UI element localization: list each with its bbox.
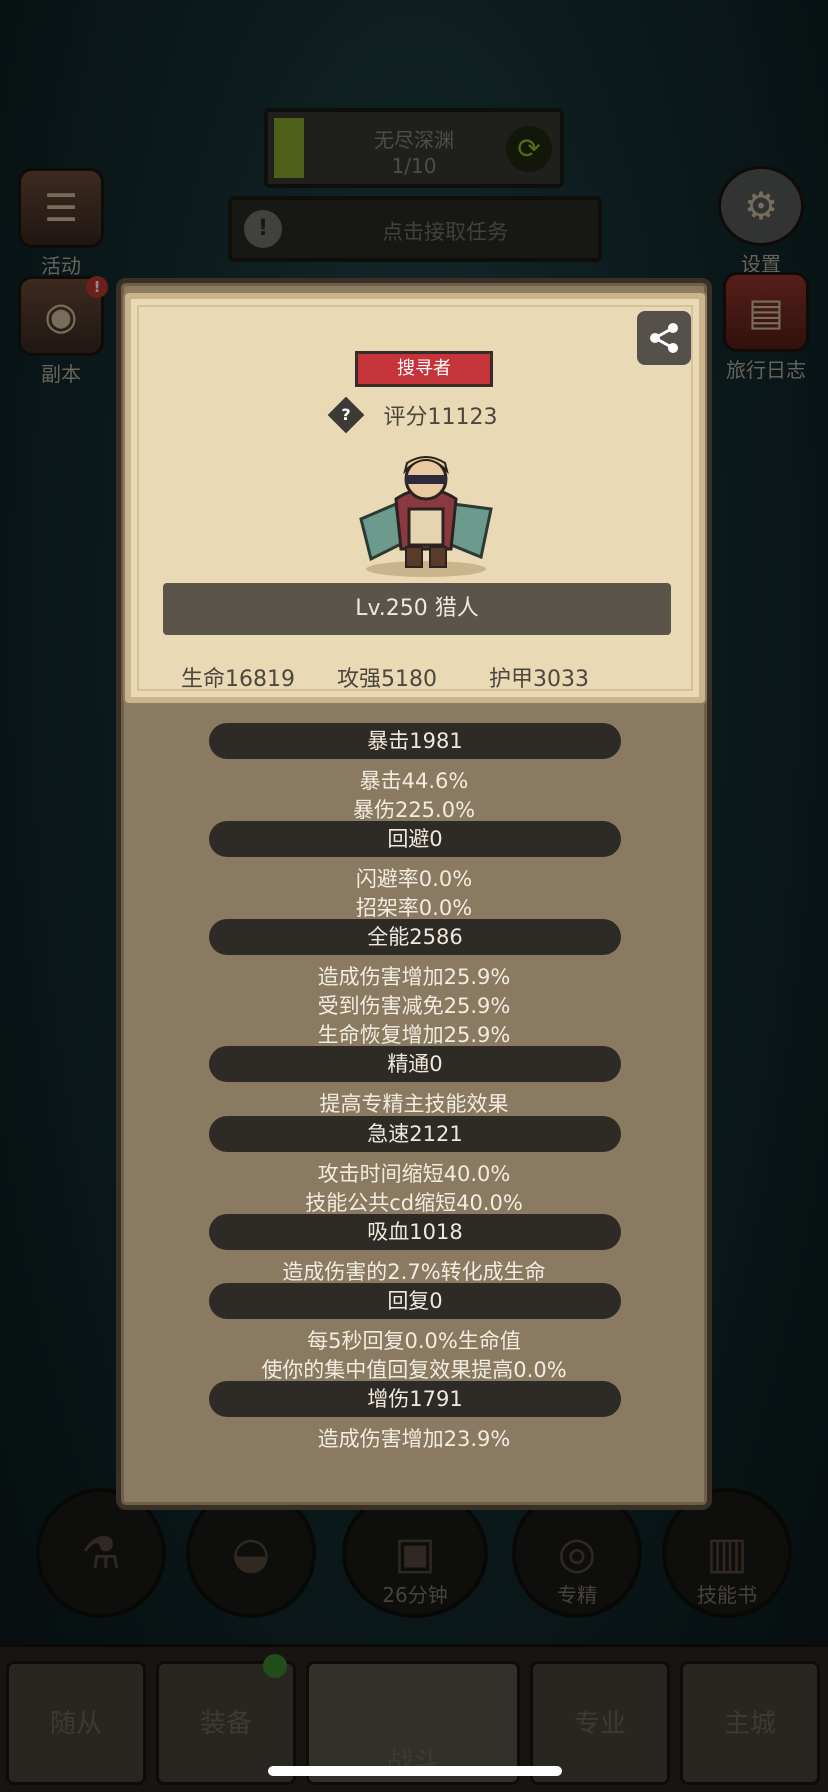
avoidance-header: 回避0: [209, 821, 621, 857]
share-icon: [650, 323, 678, 353]
stat-line: 招架率0.0%: [355, 896, 473, 920]
haste-header: 急速2121: [209, 1116, 621, 1152]
crit-header: 暴击1981: [209, 723, 621, 759]
regen-header: 回复0: [209, 1283, 621, 1319]
hunter-character-icon: [359, 456, 493, 577]
stat-line: 暴伤225.0%: [352, 798, 476, 822]
stat-line: 造成伤害增加23.9%: [317, 1427, 511, 1451]
mastery-header: 精通0: [209, 1046, 621, 1082]
stat-line: 造成伤害的2.7%转化成生命: [282, 1260, 546, 1284]
hp-stat: 生命16819: [181, 667, 295, 692]
home-indicator: [268, 1766, 562, 1776]
level-class-band: Lv.250 猎人: [163, 583, 671, 635]
stat-line: 技能公共cd缩短40.0%: [305, 1191, 523, 1215]
score-value: 评分11123: [383, 405, 498, 430]
stat-line: 造成伤害增加25.9%: [317, 965, 511, 989]
attack-stat: 攻强5180: [337, 667, 437, 692]
stat-line: 受到伤害减免25.9%: [317, 994, 511, 1018]
armor-stat: 护甲3033: [489, 667, 589, 692]
stat-line: 使你的集中值回复效果提高0.0%: [261, 1358, 567, 1382]
character-card: 搜寻者 ? 评分11123 Lv.250 猎人 生命16819 攻强5180 护…: [125, 293, 705, 703]
lifesteal-header: 吸血1018: [209, 1214, 621, 1250]
stat-line: 生命恢复增加25.9%: [317, 1023, 511, 1047]
stat-line: 每5秒回复0.0%生命值: [307, 1329, 521, 1353]
basic-stats-row: 生命16819 攻强5180 护甲3033: [131, 661, 699, 692]
title-badge: 搜寻者: [355, 351, 493, 387]
help-icon[interactable]: ?: [327, 396, 364, 434]
stat-line: 暴击44.6%: [359, 769, 469, 793]
character-stats-modal: 搜寻者 ? 评分11123 Lv.250 猎人 生命16819 攻强5180 护…: [116, 278, 712, 1510]
share-button[interactable]: [637, 311, 691, 365]
stat-line: 攻击时间缩短40.0%: [317, 1162, 511, 1186]
versatility-header: 全能2586: [209, 919, 621, 955]
stat-line: 闪避率0.0%: [355, 867, 473, 891]
score-row: ? 评分11123: [131, 396, 699, 434]
stat-line: 提高专精主技能效果: [319, 1092, 509, 1116]
damage-increase-header: 增伤1791: [209, 1381, 621, 1417]
